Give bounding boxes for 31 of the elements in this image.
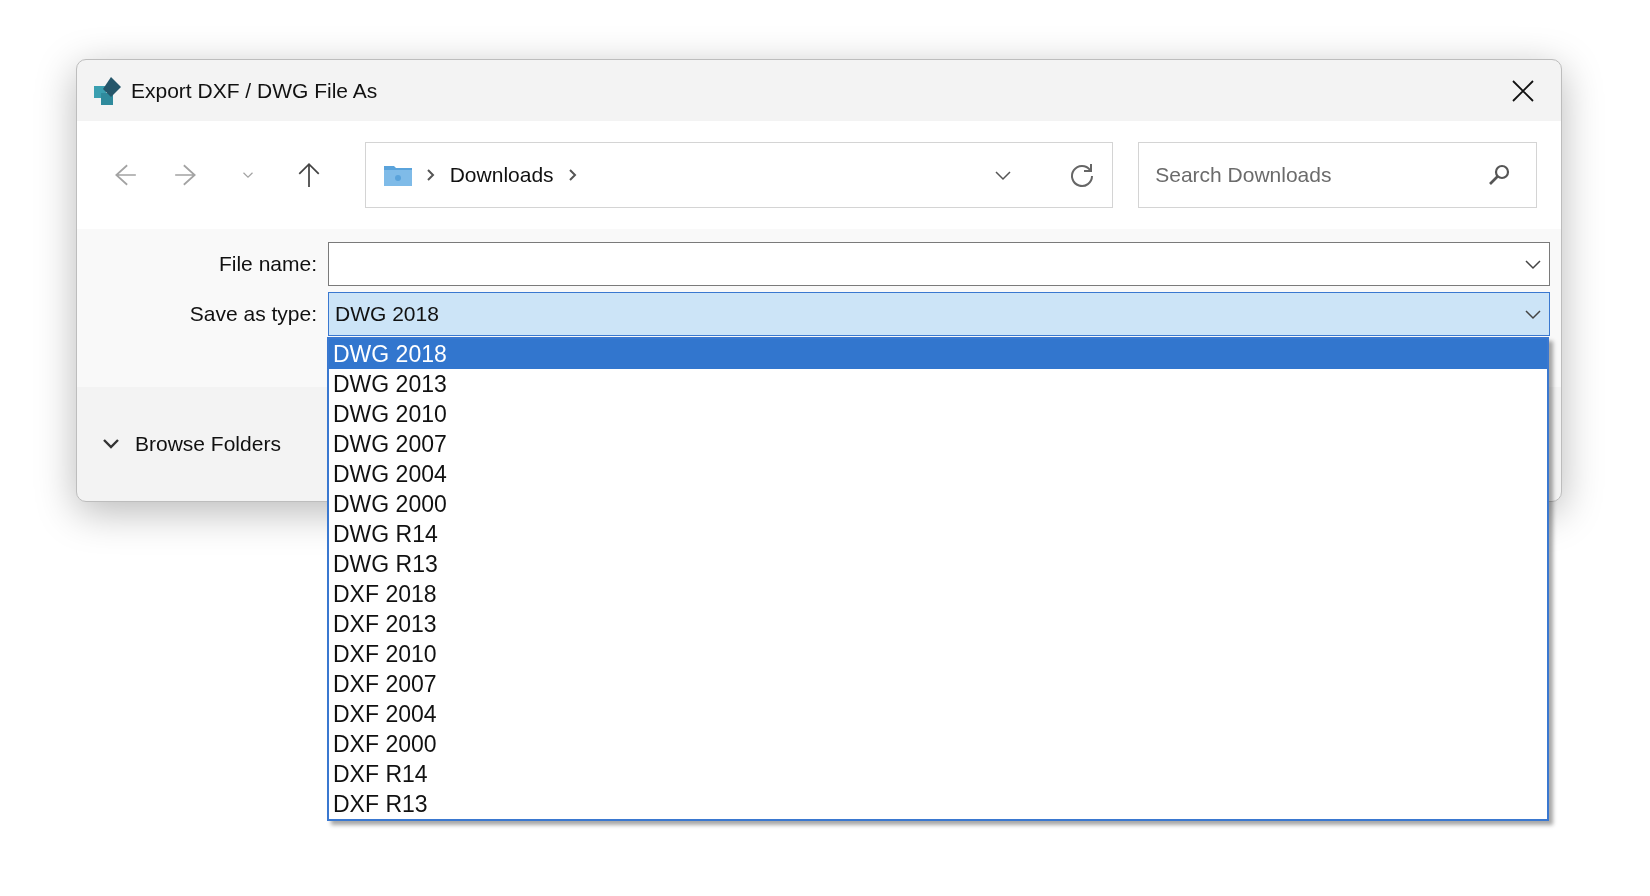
breadcrumb-item[interactable]: Downloads [449,163,554,187]
field-label: Save as type: [188,302,318,326]
chevron-icon [425,168,436,182]
dropdown-option[interactable]: DWG R14 [329,519,1547,549]
app-icon [93,75,123,106]
browse-folders-button[interactable]: Browse Folders [101,432,281,456]
chevron-icon [567,168,578,182]
address-bar[interactable]: Downloads [364,142,1114,208]
dropdown-option[interactable]: DWG R13 [329,549,1547,579]
dropdown-option[interactable]: DXF 2004 [329,699,1547,729]
dropdown-option[interactable]: DXF 2010 [329,639,1547,669]
dropdown-option[interactable]: DXF R14 [329,759,1547,789]
file-name-field[interactable] [328,242,1550,286]
dropdown-option[interactable]: DXF 2000 [329,729,1547,759]
dropdown-option[interactable]: DXF R13 [329,789,1547,819]
close-icon [1511,78,1535,103]
search-icon [1487,163,1511,187]
dropdown-option[interactable]: DWG 2018 [329,339,1547,369]
dropdown-option[interactable]: DXF 2018 [329,579,1547,609]
dropdown-option[interactable]: DWG 2004 [329,459,1547,489]
field-label: File name: [217,252,318,276]
dropdown-option[interactable]: DWG 2010 [329,399,1547,429]
dropdown-option[interactable]: DXF 2007 [329,669,1547,699]
dropdown-option[interactable]: DWG 2013 [329,369,1547,399]
dropdown-option[interactable]: DWG 2007 [329,429,1547,459]
search-field[interactable]: Search Downloads [1138,142,1537,208]
window-title: Export DXF / DWG File As [131,78,379,103]
folder-icon [383,164,412,186]
save-type-dropdown[interactable]: DWG 2018 [328,292,1550,336]
dropdown-option[interactable]: DWG 2000 [329,489,1547,519]
dropdown-option[interactable]: DXF 2013 [329,609,1547,639]
